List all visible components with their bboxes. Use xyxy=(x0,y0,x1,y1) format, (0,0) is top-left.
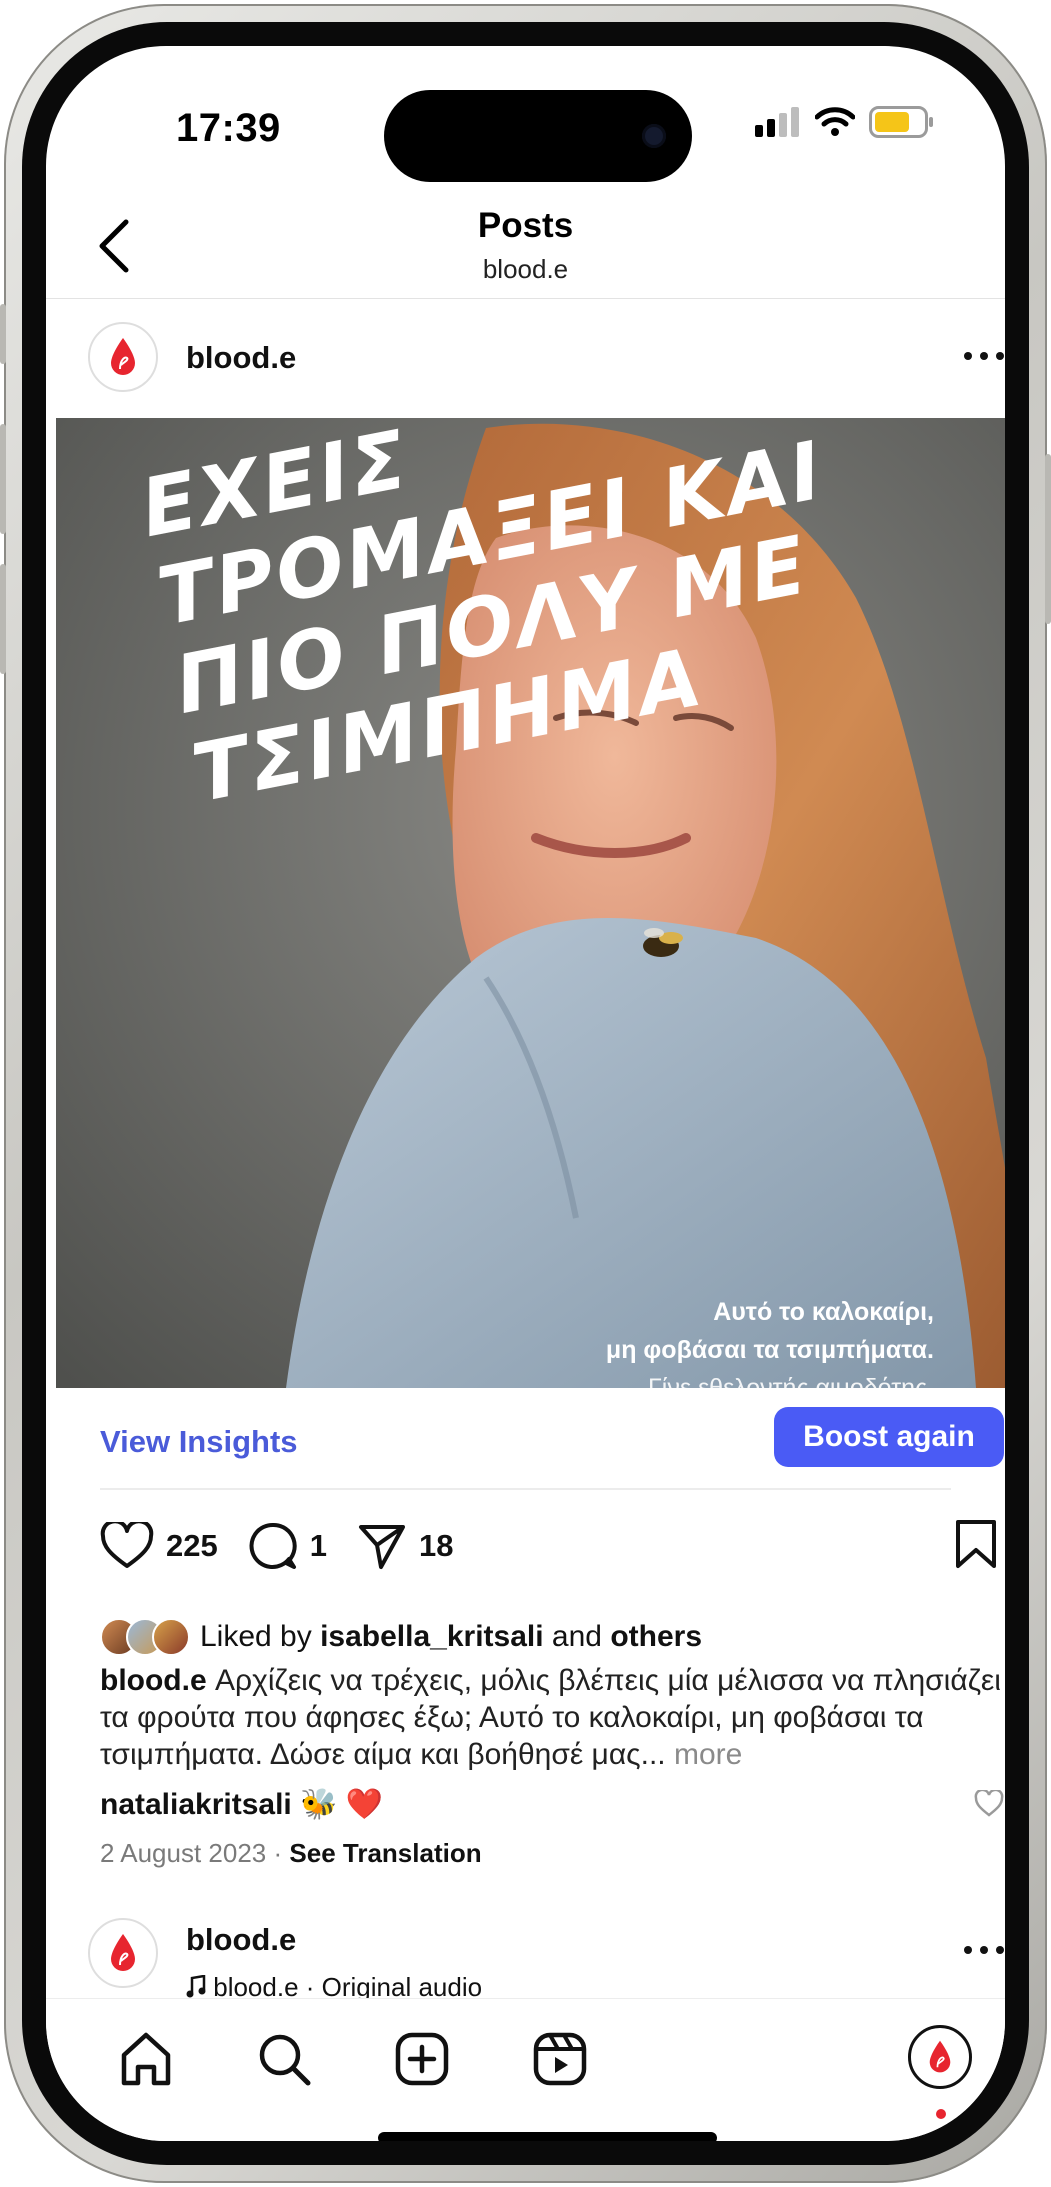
liked-by-row[interactable]: Liked by isabella_kritsali and others xyxy=(100,1618,702,1656)
status-time: 17:39 xyxy=(176,106,281,150)
caption-more-link[interactable]: more xyxy=(674,1738,742,1771)
camera-icon xyxy=(642,124,666,148)
meta-dot: · xyxy=(273,1838,283,1868)
post-image[interactable]: ΕΧΕΙΣ ΤΡΟΜΑΞΕΙ ΚΑΙ ΠΙΟ ΠΟΛΥ ΜΕ ΤΣΙΜΠΗΜΑ … xyxy=(56,418,1005,1388)
image-caption-line: Γίνε εθελοντής αιμοδότης. xyxy=(648,1374,934,1388)
action-row: 225 1 18 xyxy=(100,1516,483,1576)
share-count[interactable]: 18 xyxy=(419,1528,453,1564)
wifi-icon xyxy=(815,107,855,136)
boost-again-button[interactable]: Boost again xyxy=(774,1407,1004,1467)
liker-avatar xyxy=(152,1618,190,1656)
share-icon[interactable] xyxy=(357,1521,407,1571)
comment-icon[interactable] xyxy=(248,1521,298,1571)
side-button xyxy=(0,424,6,534)
side-button xyxy=(0,304,6,364)
reels-icon[interactable] xyxy=(530,2029,590,2089)
bezel: 17:39 Posts blood.e blood.e ΕΧΕΙΣ ΤΡΟΜΑΞ… xyxy=(22,22,1029,2165)
comment-preview[interactable]: nataliakritsali 🐝 ❤️ xyxy=(100,1787,383,1822)
home-indicator[interactable] xyxy=(378,2132,717,2141)
next-post-username[interactable]: blood.e xyxy=(186,1922,296,1958)
home-icon[interactable] xyxy=(116,2029,176,2089)
more-options-icon[interactable] xyxy=(964,1944,1004,1956)
post-username[interactable]: blood.e xyxy=(186,340,296,376)
comment-like-icon[interactable] xyxy=(974,1790,1004,1818)
caption-text: Αρχίζεις να τρέχεις, μόλις βλέπεις μία μ… xyxy=(100,1664,1001,1771)
avatar[interactable] xyxy=(88,322,158,392)
screen: 17:39 Posts blood.e blood.e ΕΧΕΙΣ ΤΡΟΜΑΞ… xyxy=(46,46,1005,2141)
phone-frame: 17:39 Posts blood.e blood.e ΕΧΕΙΣ ΤΡΟΜΑΞ… xyxy=(0,4,1051,2183)
blood-drop-logo-icon xyxy=(929,2040,951,2073)
side-button xyxy=(1045,454,1051,624)
blood-drop-logo-icon xyxy=(111,1934,135,1971)
comment-username[interactable]: nataliakritsali xyxy=(100,1788,292,1822)
liked-by-others[interactable]: others xyxy=(610,1620,702,1654)
caption-username[interactable]: blood.e xyxy=(100,1664,207,1697)
dynamic-island xyxy=(384,90,692,182)
heart-icon[interactable] xyxy=(100,1522,154,1570)
divider xyxy=(100,1488,951,1490)
status-icons xyxy=(755,106,935,138)
more-options-icon[interactable] xyxy=(964,350,1004,362)
image-caption-line: Αυτό το καλοκαίρι, xyxy=(713,1298,934,1326)
battery-icon xyxy=(869,106,933,138)
liked-by-user[interactable]: isabella_kritsali xyxy=(320,1620,543,1654)
post-date: 2 August 2023 xyxy=(100,1838,267,1868)
tab-bar xyxy=(46,1998,1005,2141)
search-icon[interactable] xyxy=(254,2029,314,2089)
create-icon[interactable] xyxy=(392,2029,452,2089)
image-caption-line: μη φοβάσαι τα τσιμπήματα. xyxy=(605,1336,934,1364)
comment-count[interactable]: 1 xyxy=(310,1528,327,1564)
avatar[interactable] xyxy=(88,1918,158,1988)
page-subtitle: blood.e xyxy=(482,254,569,284)
liked-by-prefix: Liked by xyxy=(200,1620,312,1653)
view-insights-link[interactable]: View Insights xyxy=(100,1424,298,1460)
divider xyxy=(46,298,1005,299)
notification-dot xyxy=(936,2109,946,2119)
liked-by-and: and xyxy=(551,1620,602,1653)
cellular-signal-icon xyxy=(755,107,799,137)
like-count[interactable]: 225 xyxy=(166,1528,218,1564)
bookmark-icon[interactable] xyxy=(954,1518,998,1570)
side-button xyxy=(0,564,6,674)
post-meta: 2 August 2023 · See Translation xyxy=(100,1838,482,1869)
page-title: Posts xyxy=(477,206,574,245)
post-caption: blood.e Αρχίζεις να τρέχεις, μόλις βλέπε… xyxy=(100,1662,1005,1773)
music-note-icon xyxy=(186,1974,206,1998)
profile-icon[interactable] xyxy=(908,2025,972,2089)
comment-text: 🐝 ❤️ xyxy=(300,1788,384,1821)
see-translation-link[interactable]: See Translation xyxy=(289,1838,481,1868)
blood-drop-logo-icon xyxy=(111,338,135,375)
